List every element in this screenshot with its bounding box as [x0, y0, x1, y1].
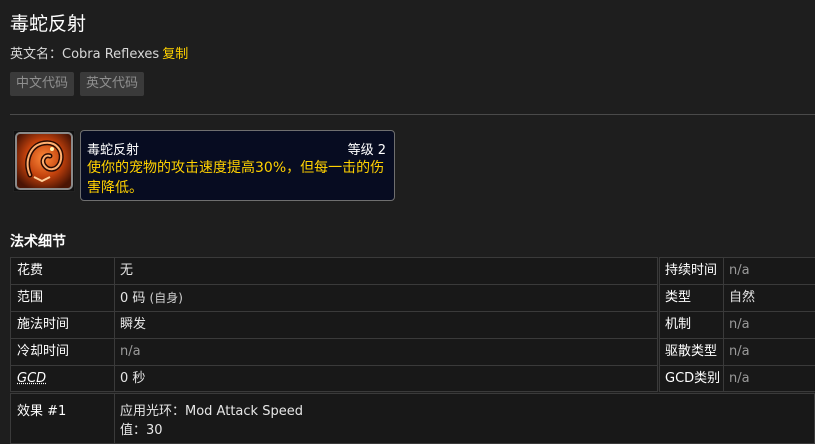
table-row: 机制 n/a [659, 311, 815, 338]
chinese-code-button[interactable]: 中文代码 [10, 72, 75, 96]
spell-tooltip: 毒蛇反射 等级 2 使你的宠物的攻击速度提高30%，但每一击的伤害降低。 [80, 130, 395, 201]
row-value: n/a [729, 371, 750, 386]
english-code-button[interactable]: 英文代码 [80, 72, 145, 96]
tooltip-spell-name: 毒蛇反射 [87, 143, 140, 158]
page-title: 毒蛇反射 [10, 13, 87, 35]
effect-aura: 应用光环：Mod Attack Speed [120, 404, 303, 419]
row-value: n/a [729, 344, 750, 359]
table-row: 驱散类型 n/a [659, 338, 815, 365]
row-key: GCD类别 [660, 366, 724, 391]
table-row: GCD类别 n/a [659, 365, 815, 392]
table-row: 花费 无 [10, 257, 658, 284]
row-value: n/a [120, 344, 141, 359]
row-key: 花费 [11, 258, 115, 284]
row-key: 持续时间 [660, 258, 724, 284]
row-key: 范围 [11, 285, 115, 311]
row-value: 自然 [729, 290, 756, 305]
row-key: 类型 [660, 285, 724, 311]
english-name-label: 英文名：Cobra Reflexes [10, 47, 160, 62]
tooltip-level: 等级 2 [347, 143, 386, 158]
range-note: (自身) [149, 291, 183, 305]
table-row: 类型 自然 [659, 284, 815, 311]
range-value: 0 码 [120, 291, 146, 306]
row-value: 0 秒 [120, 371, 146, 386]
table-row: 持续时间 n/a [659, 257, 815, 284]
row-value: 0 码 (自身) [120, 285, 183, 312]
row-value: 无 [120, 263, 134, 278]
effect-row: 效果 #1 应用光环：Mod Attack Speed 值：30 [10, 393, 815, 444]
tooltip-description: 使你的宠物的攻击速度提高30%，但每一击的伤害降低。 [87, 160, 385, 196]
divider [10, 114, 815, 115]
english-name-row: 英文名：Cobra Reflexes 复制 [10, 43, 188, 62]
section-title: 法术细节 [10, 234, 66, 250]
row-key: 机制 [660, 312, 724, 338]
table-row: GCD 0 秒 [10, 365, 658, 392]
gcd-key-link[interactable]: GCD [11, 366, 115, 391]
table-row: 冷却时间 n/a [10, 338, 658, 365]
details-table-left: 花费 无 范围 0 码 (自身) 施法时间 瞬发 冷却时间 n/a GCD 0 … [10, 257, 658, 392]
effect-value: 值：30 [120, 423, 163, 438]
effect-key: 效果 #1 [11, 394, 115, 443]
row-key: 冷却时间 [11, 339, 115, 365]
row-key: 驱散类型 [660, 339, 724, 365]
row-value: 瞬发 [120, 317, 147, 332]
row-key: 施法时间 [11, 312, 115, 338]
spell-page: 毒蛇反射 英文名：Cobra Reflexes 复制 中文代码 英文代码 毒蛇反射… [0, 0, 815, 444]
table-row: 范围 0 码 (自身) [10, 284, 658, 311]
row-value: n/a [729, 317, 750, 332]
details-table-right: 持续时间 n/a 类型 自然 机制 n/a 驱散类型 n/a GCD类别 n/a [659, 257, 815, 392]
cobra-reflexes-icon[interactable] [13, 130, 75, 192]
row-value: n/a [729, 263, 750, 278]
copy-link[interactable]: 复制 [162, 47, 188, 62]
table-row: 施法时间 瞬发 [10, 311, 658, 338]
